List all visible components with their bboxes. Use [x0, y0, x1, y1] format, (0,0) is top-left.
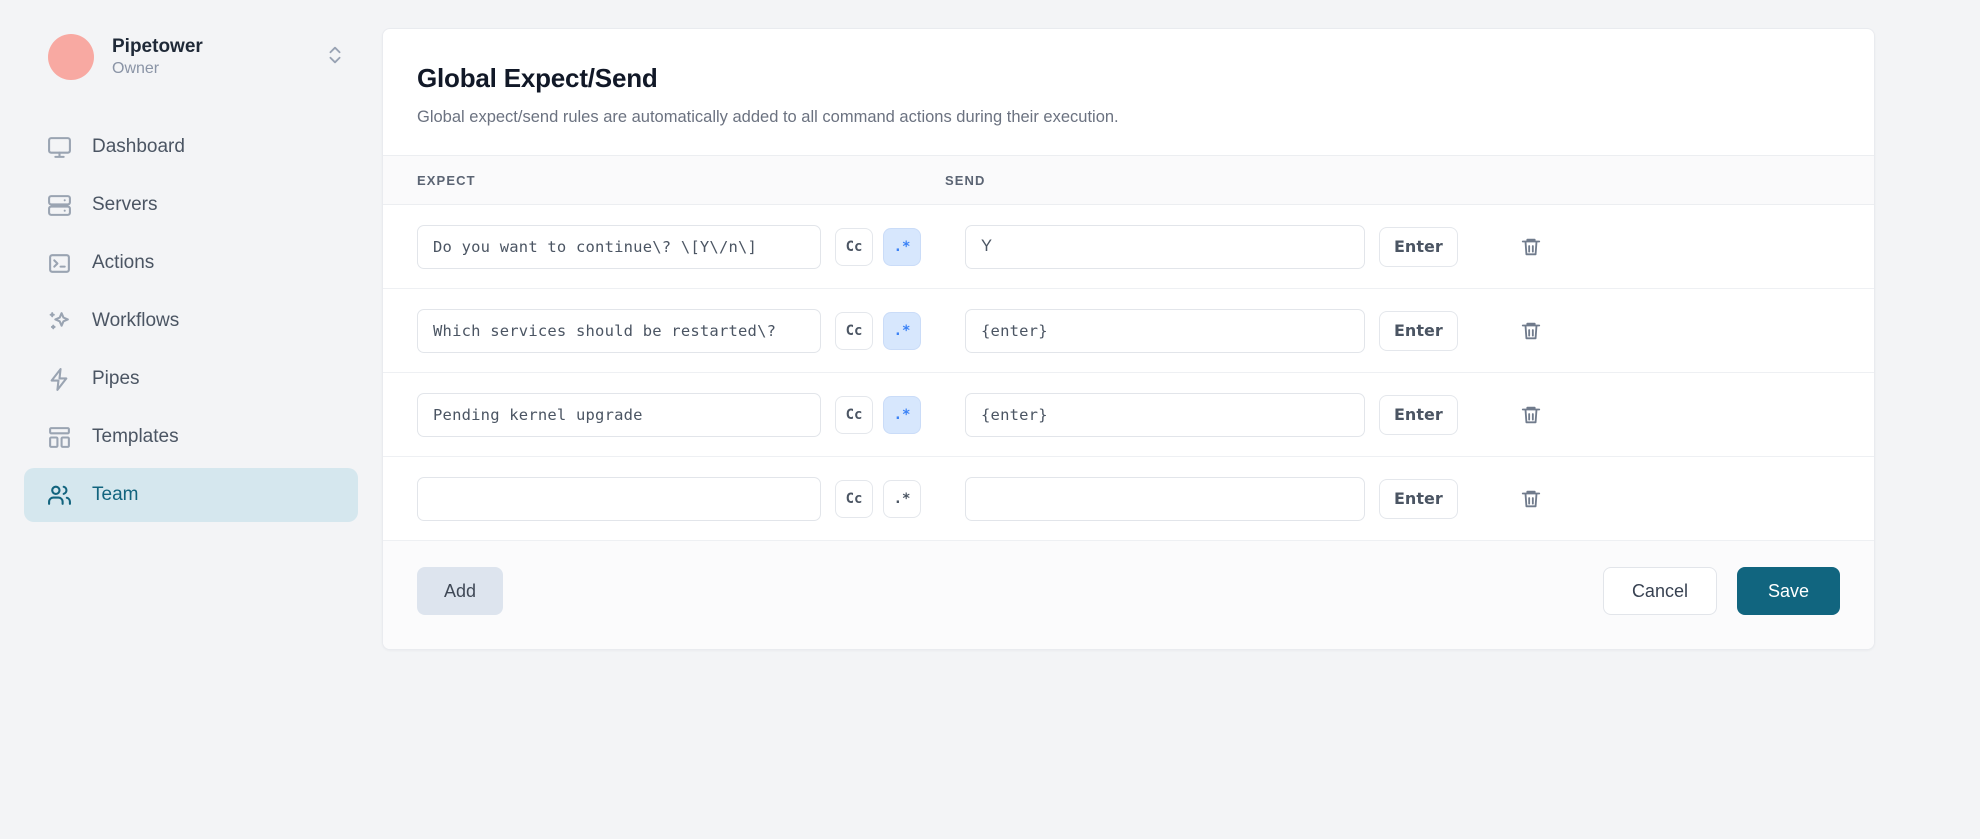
case-sensitive-toggle[interactable]: Cc	[835, 311, 873, 350]
match-flags: Cc .*	[835, 311, 921, 350]
table-header-row: EXPECT SEND	[383, 155, 1874, 205]
sidebar-item-pipes[interactable]: Pipes	[24, 352, 358, 406]
enter-button[interactable]: Enter	[1379, 394, 1458, 435]
column-header-send: SEND	[945, 172, 986, 188]
sidebar-item-servers[interactable]: Servers	[24, 178, 358, 232]
regex-toggle[interactable]: .*	[883, 395, 921, 434]
footer-actions: Cancel Save	[1602, 567, 1840, 615]
org-switcher[interactable]: Pipetower Owner	[24, 28, 358, 86]
match-flags: Cc .*	[835, 227, 921, 266]
sidebar-item-dashboard[interactable]: Dashboard	[24, 120, 358, 174]
global-expect-send-card: Global Expect/Send Global expect/send ru…	[382, 28, 1875, 650]
expect-input[interactable]: Do you want to continue\? \[Y\/n\]	[417, 224, 821, 269]
page-subtitle: Global expect/send rules are automatical…	[417, 108, 1119, 126]
case-sensitive-toggle[interactable]: Cc	[835, 227, 873, 266]
sidebar-item-label: Workflows	[92, 310, 180, 331]
trash-icon[interactable]	[1514, 482, 1548, 516]
match-flags: Cc .*	[835, 479, 921, 518]
match-flags: Cc .*	[835, 395, 921, 434]
regex-toggle[interactable]: .*	[883, 311, 921, 350]
expect-input[interactable]: Pending kernel upgrade	[417, 392, 821, 437]
trash-icon[interactable]	[1514, 398, 1548, 432]
card-footer: Add Cancel Save	[383, 541, 1874, 649]
table-row: Cc .* Enter	[383, 457, 1874, 541]
enter-button[interactable]: Enter	[1379, 226, 1458, 267]
page-title: Global Expect/Send	[417, 63, 658, 93]
org-name: Pipetower	[112, 35, 203, 57]
column-header-expect: EXPECT	[417, 172, 476, 188]
cancel-button[interactable]: Cancel	[1602, 567, 1717, 615]
add-button[interactable]: Add	[417, 567, 504, 615]
send-input[interactable]: {enter}	[965, 308, 1365, 353]
server-icon	[46, 192, 72, 218]
app-root: Pipetower Owner Dashboard Servers Action…	[0, 0, 1980, 839]
sidebar-nav: Dashboard Servers Actions Workflows Pipe…	[24, 120, 358, 522]
layout-dashboard-icon	[46, 424, 72, 450]
save-button[interactable]: Save	[1736, 567, 1840, 615]
chevrons-up-down-icon[interactable]	[324, 44, 346, 71]
send-input[interactable]: Y	[965, 224, 1365, 269]
regex-toggle[interactable]: .*	[883, 227, 921, 266]
expect-input[interactable]: Which services should be restarted\?	[417, 308, 821, 353]
regex-toggle[interactable]: .*	[883, 479, 921, 518]
trash-icon[interactable]	[1514, 314, 1548, 348]
zap-icon	[46, 366, 72, 392]
table-row: Do you want to continue\? \[Y\/n\] Cc .*…	[383, 205, 1874, 289]
sidebar-item-label: Pipes	[92, 368, 140, 389]
send-input[interactable]: {enter}	[965, 392, 1365, 437]
table-row: Which services should be restarted\? Cc …	[383, 289, 1874, 373]
users-icon	[46, 482, 72, 508]
sidebar-item-label: Templates	[92, 426, 179, 447]
sidebar-item-label: Dashboard	[92, 136, 185, 157]
sidebar-item-label: Actions	[92, 252, 155, 273]
main-content: Global Expect/Send Global expect/send ru…	[382, 0, 1980, 839]
trash-icon[interactable]	[1514, 230, 1548, 264]
sidebar-item-label: Servers	[92, 194, 158, 215]
sidebar-item-workflows[interactable]: Workflows	[24, 294, 358, 348]
expect-input[interactable]	[417, 476, 821, 521]
org-role: Owner	[112, 60, 160, 78]
sidebar-item-actions[interactable]: Actions	[24, 236, 358, 290]
case-sensitive-toggle[interactable]: Cc	[835, 479, 873, 518]
table-row: Pending kernel upgrade Cc .* {enter} Ent…	[383, 373, 1874, 457]
enter-button[interactable]: Enter	[1379, 478, 1458, 519]
send-input[interactable]	[965, 476, 1365, 521]
sidebar-item-label: Team	[92, 484, 139, 505]
avatar	[48, 34, 94, 80]
terminal-icon	[46, 250, 72, 276]
org-info: Pipetower Owner	[112, 35, 306, 80]
sidebar-item-templates[interactable]: Templates	[24, 410, 358, 464]
monitor-icon	[46, 134, 72, 160]
sparkles-icon	[46, 308, 72, 334]
enter-button[interactable]: Enter	[1379, 310, 1458, 351]
sidebar: Pipetower Owner Dashboard Servers Action…	[0, 0, 382, 839]
sidebar-item-team[interactable]: Team	[24, 468, 358, 522]
case-sensitive-toggle[interactable]: Cc	[835, 395, 873, 434]
card-header: Global Expect/Send Global expect/send ru…	[383, 29, 1874, 155]
